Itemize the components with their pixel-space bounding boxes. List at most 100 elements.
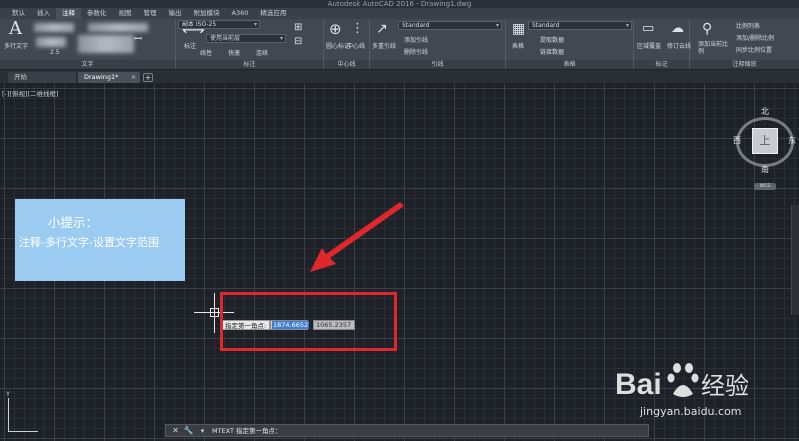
tab-addins[interactable]: 附加模块	[188, 8, 226, 19]
chevron-down-icon: ▾	[279, 35, 283, 42]
command-line-text: MTEXT 指定第一角点：	[212, 427, 282, 435]
file-tab-label: Drawing1*	[84, 73, 119, 81]
text-panel: A 多行文字 2.5 ꟷ 文字	[0, 19, 176, 69]
link-data-button[interactable]: 链接数据	[540, 47, 564, 56]
centerline-icon[interactable]: ⋮	[351, 22, 364, 36]
watermark-url: jingyan.baidu.com	[640, 405, 742, 418]
revcloud-icon[interactable]: ☁	[671, 22, 684, 36]
tab-manage[interactable]: 管理	[138, 8, 163, 19]
svg-text:Bai: Bai	[615, 368, 662, 401]
linear-dim-button[interactable]: 线性	[200, 48, 212, 57]
add-delete-scale-button[interactable]: 添加/删除比例	[736, 33, 774, 42]
red-arrow-icon	[310, 202, 404, 272]
scale-list-button[interactable]: 比例列表	[736, 21, 760, 30]
dimension-panel: ⟷ 标注 副本 ISO-25 ▾ 使用当前层 ▾ 线性 快速 连续 ⊞ ⊟ 标注	[176, 19, 324, 69]
table-style-select[interactable]: Standard ▾	[528, 21, 632, 30]
revcloud-button[interactable]: 修订云线	[667, 41, 691, 50]
multileader-icon[interactable]: ↗	[376, 22, 388, 36]
add-current-scale-button[interactable]: 添加当前比例	[698, 41, 728, 55]
markup-panel: ▭ 区域覆盖 ☁ 修订云线 标记	[634, 19, 691, 69]
file-tab-drawing1[interactable]: Drawing1* ✕	[78, 72, 140, 83]
ribbon: A 多行文字 2.5 ꟷ 文字 ⟷ 标注 副本 ISO-25 ▾ 使用当前层 ▾ 线…	[0, 19, 799, 69]
dim-break-icon[interactable]: ⊟	[294, 35, 302, 49]
navigation-bar[interactable]	[791, 205, 799, 315]
baidu-logo-icon: Bai 经验	[615, 363, 749, 401]
leader-style-select[interactable]: Standard ▾	[398, 21, 502, 30]
annotation-scale-icon[interactable]: ⚲	[702, 22, 712, 36]
chevron-down-icon: ▾	[253, 21, 257, 28]
dim-style-select[interactable]: 副本 ISO-25 ▾	[178, 20, 260, 29]
multileader-button[interactable]: 多重引线	[372, 41, 396, 50]
sync-scale-button[interactable]: 同步比例位置	[736, 45, 772, 54]
leader-panel-title: 引线	[370, 60, 505, 69]
multiline-text-button[interactable]: 多行文字	[4, 41, 28, 50]
remove-leader-button[interactable]: 删除引线	[404, 47, 428, 56]
new-tab-button[interactable]: +	[143, 73, 153, 82]
add-leader-button[interactable]: 添加引线	[404, 35, 428, 44]
close-icon[interactable]: ✕	[170, 426, 181, 436]
title-bar: Autodesk AutoCAD 2016 - Drawing1.dwg	[0, 0, 799, 8]
dim-tools-icon[interactable]: ⊞	[294, 21, 302, 35]
ucs-y-label: Y	[6, 390, 10, 398]
command-line[interactable]: ✕ 🔧 ▾ MTEXT 指定第一角点：	[165, 424, 649, 437]
autocad-window: Autodesk AutoCAD 2016 - Drawing1.dwg 默认 …	[0, 0, 799, 441]
dim-layer-select[interactable]: 使用当前层 ▾	[206, 34, 286, 43]
tab-a360[interactable]: A360	[226, 8, 255, 19]
wipeout-button[interactable]: 区域覆盖	[637, 41, 661, 50]
close-icon[interactable]: ✕	[131, 72, 136, 83]
svg-text:经验: 经验	[701, 373, 749, 400]
text-a-icon[interactable]: A	[9, 20, 22, 38]
scale-panel: ⚲ 添加当前比例 比例列表 添加/删除比例 同步比例位置 注释缩放	[690, 19, 799, 69]
table-button[interactable]: 表格	[512, 41, 524, 50]
blurred-text-style	[34, 23, 74, 32]
blurred-area	[78, 35, 134, 53]
centerline-panel-title: 中心线	[324, 60, 369, 69]
quick-dim-button[interactable]: 快速	[228, 48, 240, 57]
text-height-value[interactable]: 2.5	[50, 49, 60, 56]
tab-featured-apps[interactable]: 精选应用	[254, 8, 292, 19]
table-style-value: Standard	[532, 22, 560, 29]
scale-panel-title: 注释缩放	[690, 60, 799, 69]
ucs-y-axis	[8, 398, 9, 432]
viewcube-south[interactable]: 南	[761, 164, 769, 175]
wrench-icon[interactable]: 🔧	[183, 426, 194, 436]
tip-title: 小提示：	[48, 215, 99, 230]
ucs-x-axis	[8, 431, 38, 432]
dimension-button[interactable]: 标注	[184, 41, 196, 50]
wipeout-icon[interactable]: ▭	[642, 22, 654, 36]
wcs-menu[interactable]: WCS	[754, 183, 776, 190]
centerline-panel: ⊕ 圆心标记 ⋮ 中心线 中心线	[324, 19, 370, 69]
viewport-controls-label[interactable]: [-][俯视][二维线框]	[2, 88, 59, 98]
text-panel-title: 文字	[0, 60, 175, 69]
tab-output[interactable]: 输出	[163, 8, 188, 19]
table-panel: ▦ 表格 Standard ▾ 提取数据 链接数据 表格	[506, 19, 634, 69]
viewcube-north[interactable]: 北	[761, 106, 769, 117]
file-tabs-bar: 开始 Drawing1* ✕	[0, 70, 799, 83]
dimension-panel-title: 标注	[176, 60, 323, 69]
viewcube-face[interactable]: 上	[752, 128, 778, 154]
crosshair-pickbox	[210, 308, 219, 317]
extract-data-button[interactable]: 提取数据	[540, 35, 564, 44]
tab-view[interactable]: 视图	[113, 8, 138, 19]
text-find-icon[interactable]: ꟷ	[134, 33, 142, 47]
chevron-down-icon[interactable]: ▾	[197, 426, 208, 436]
table-icon[interactable]: ▦	[512, 22, 525, 36]
tab-insert[interactable]: 插入	[31, 8, 56, 19]
viewcube-east[interactable]: 东	[788, 135, 796, 146]
centerline-button[interactable]: 中心线	[347, 41, 365, 50]
tab-annotate[interactable]: 注释	[56, 8, 81, 19]
blurred-text-style-2	[36, 37, 66, 47]
center-mark-icon[interactable]: ⊕	[329, 22, 342, 37]
tab-parametric[interactable]: 参数化	[81, 8, 113, 19]
tip-text: 注释-多行文字-设置文字范围	[19, 236, 159, 249]
viewcube-west[interactable]: 西	[733, 135, 741, 146]
file-tab-start[interactable]: 开始	[8, 72, 76, 83]
file-tab-label: 开始	[14, 73, 27, 81]
table-panel-title: 表格	[506, 60, 633, 69]
continue-dim-button[interactable]: 连续	[256, 48, 268, 57]
leader-style-value: Standard	[402, 22, 430, 29]
red-highlight-box	[220, 292, 397, 351]
dim-layer-value: 使用当前层	[210, 35, 241, 42]
dim-style-value: 副本 ISO-25	[182, 21, 217, 28]
chevron-down-icon: ▾	[495, 22, 499, 29]
